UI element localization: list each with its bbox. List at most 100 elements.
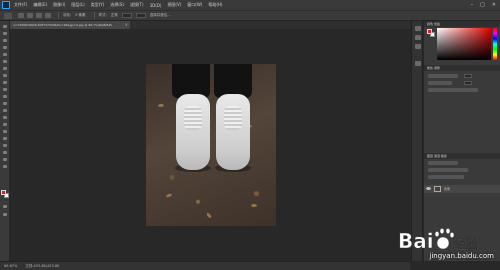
history-brush-tool-icon[interactable] xyxy=(2,87,8,92)
svg-text:经验: 经验 xyxy=(454,236,479,251)
style-select[interactable]: 正常 xyxy=(111,13,118,18)
lasso-tool-icon[interactable] xyxy=(2,38,8,43)
menu-image[interactable]: 图像(I) xyxy=(53,2,65,8)
foreground-color-swatch[interactable] xyxy=(1,190,6,195)
zoom-level[interactable]: 66.67% xyxy=(4,264,17,268)
document-tab-title: u=1556870928,308757093&fm=26&gp=0.jpg @ … xyxy=(13,23,113,27)
layers-panel-tabs[interactable]: 图层 通道 路径 xyxy=(424,153,500,159)
properties-panel-tabs[interactable]: 属性 调整 xyxy=(424,65,500,71)
color-panel-tabs[interactable]: 颜色 色板 xyxy=(424,21,500,27)
properties-row xyxy=(428,74,458,78)
dodge-tool-icon[interactable] xyxy=(2,115,8,120)
properties-field[interactable] xyxy=(464,81,472,85)
new-selection-icon[interactable] xyxy=(18,13,24,18)
menu-filter[interactable]: 滤镜(T) xyxy=(130,2,144,8)
eraser-tool-icon[interactable] xyxy=(2,94,8,99)
path-selection-tool-icon[interactable] xyxy=(2,136,8,141)
left-sneaker xyxy=(176,94,210,170)
quick-mask-icon[interactable] xyxy=(2,204,8,209)
move-tool-icon[interactable] xyxy=(2,24,8,29)
lock-row[interactable] xyxy=(428,175,464,179)
leaf xyxy=(158,104,164,107)
menu-bar: 文件(F) 编辑(E) 图像(I) 图层(L) 类型(Y) 选择(S) 滤镜(T… xyxy=(0,0,500,10)
ground-texture xyxy=(146,64,276,226)
close-tab-icon[interactable]: × xyxy=(125,21,128,29)
screen-mode-icon[interactable] xyxy=(2,212,8,217)
menu-view[interactable]: 视图(V) xyxy=(167,2,181,8)
width-field[interactable] xyxy=(121,13,132,18)
marquee-tool-icon[interactable] xyxy=(2,31,8,36)
select-and-mask-button[interactable]: 选择并遮住... xyxy=(150,13,171,18)
collapsed-panel-icons xyxy=(411,21,423,261)
height-field[interactable] xyxy=(135,13,146,18)
visibility-eye-icon[interactable] xyxy=(426,187,431,190)
brush-settings-icon[interactable] xyxy=(415,35,421,40)
document-info: 文档:453.8K/453.8K xyxy=(25,263,60,268)
tools-panel xyxy=(0,21,10,261)
rectangle-tool-icon[interactable] xyxy=(2,143,8,148)
layer-thumbnail xyxy=(434,186,441,192)
gradient-tool-icon[interactable] xyxy=(2,101,8,106)
edit-toolbar-icon[interactable] xyxy=(2,164,8,169)
right-panels: 颜色 色板 属性 调整 图层 通道 路径 背景 xyxy=(424,21,500,261)
menu-select[interactable]: 选择(S) xyxy=(110,2,124,8)
menu-file[interactable]: 文件(F) xyxy=(14,2,27,8)
clone-stamp-tool-icon[interactable] xyxy=(2,80,8,85)
panel-foreground-swatch[interactable] xyxy=(427,29,432,34)
layer-row-background[interactable]: 背景 xyxy=(424,185,500,193)
quick-select-tool-icon[interactable] xyxy=(2,45,8,50)
add-selection-icon[interactable] xyxy=(27,13,33,18)
right-trouser-leg xyxy=(214,64,252,98)
menu-window[interactable]: 窗口(W) xyxy=(187,2,202,8)
character-panel-icon[interactable] xyxy=(415,44,421,49)
properties-row xyxy=(428,81,452,85)
blur-tool-icon[interactable] xyxy=(2,108,8,113)
healing-brush-tool-icon[interactable] xyxy=(2,66,8,71)
hue-slider[interactable] xyxy=(493,28,497,60)
color-picker-field[interactable] xyxy=(437,28,491,60)
properties-field[interactable] xyxy=(464,74,472,78)
photoshop-logo-icon xyxy=(2,1,10,9)
separator xyxy=(58,12,59,19)
document-tab-bar: u=1556870928,308757093&fm=26&gp=0.jpg @ … xyxy=(10,21,410,29)
minimize-button[interactable]: – xyxy=(471,2,474,8)
crop-tool-icon[interactable] xyxy=(2,52,8,57)
leaf xyxy=(251,204,257,207)
separator xyxy=(93,12,95,19)
hand-tool-icon[interactable] xyxy=(2,150,8,155)
history-panel-icon[interactable] xyxy=(415,26,421,31)
info-panel-icon[interactable] xyxy=(415,61,421,66)
left-trouser-leg xyxy=(172,64,210,98)
subtract-selection-icon[interactable] xyxy=(36,13,42,18)
intersect-selection-icon[interactable] xyxy=(45,13,51,18)
style-label: 样式: xyxy=(98,13,107,17)
right-sneaker xyxy=(216,94,250,170)
close-window-button[interactable]: ✕ xyxy=(492,2,496,8)
eyedropper-tool-icon[interactable] xyxy=(2,59,8,64)
options-bar: 羽化: 0 像素 样式: 正常 选择并遮住... xyxy=(0,10,500,21)
type-tool-icon[interactable] xyxy=(2,129,8,134)
properties-row xyxy=(428,88,478,92)
marquee-tool-preset-icon[interactable] xyxy=(4,12,12,19)
menu-edit[interactable]: 编辑(E) xyxy=(33,2,47,8)
window-controls: – □ ✕ xyxy=(471,2,496,8)
pen-tool-icon[interactable] xyxy=(2,122,8,127)
feather-input[interactable]: 0 像素 xyxy=(75,13,85,18)
document-tab[interactable]: u=1556870928,308757093&fm=26&gp=0.jpg @ … xyxy=(10,21,130,29)
menu-type[interactable]: 类型(Y) xyxy=(91,2,105,8)
menu-layer[interactable]: 图层(L) xyxy=(71,2,84,8)
brush-tool-icon[interactable] xyxy=(2,73,8,78)
document-image[interactable] xyxy=(146,64,276,226)
menu-3d[interactable]: 3D(D) xyxy=(150,3,162,8)
blend-mode-row[interactable] xyxy=(428,168,468,172)
maximize-button[interactable]: □ xyxy=(480,2,485,8)
baidu-paw-logo-icon: Bai 经验 xyxy=(398,228,479,253)
layer-name: 背景 xyxy=(444,187,451,191)
canvas-area[interactable] xyxy=(10,29,410,261)
layer-filter-row[interactable] xyxy=(428,161,458,165)
feather-label: 羽化: xyxy=(63,13,72,17)
menu-help[interactable]: 帮助(H) xyxy=(208,2,222,8)
watermark-url: jingyan.baidu.com xyxy=(429,252,494,260)
zoom-tool-icon[interactable] xyxy=(2,157,8,162)
status-bar: 66.67% 文档:453.8K/453.8K xyxy=(0,261,410,270)
